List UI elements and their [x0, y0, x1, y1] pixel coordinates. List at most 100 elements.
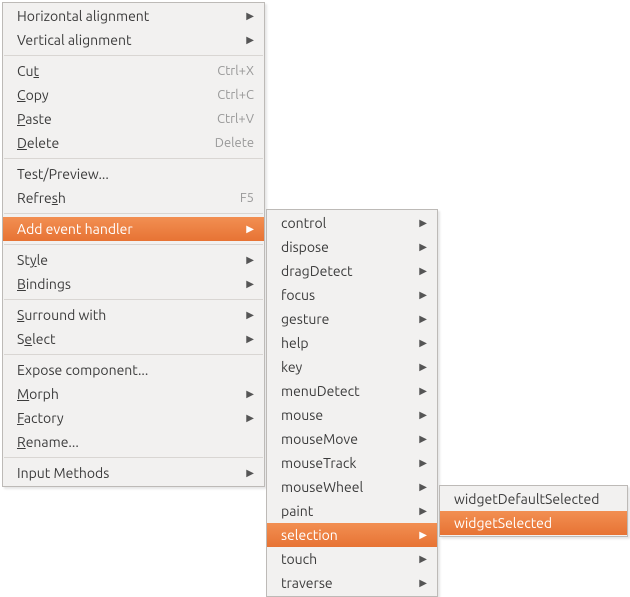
chevron-right-icon: ▶ — [246, 388, 254, 400]
menu-item-paste[interactable]: Paste Ctrl+V — [3, 107, 264, 131]
menu-label: Copy — [17, 87, 189, 103]
menu-item-selection[interactable]: selection ▶ — [267, 523, 437, 547]
menu-label: mouseWheel — [281, 479, 401, 495]
menu-item-test-preview[interactable]: Test/Preview... — [3, 162, 264, 186]
menu-item-mousemove[interactable]: mouseMove ▶ — [267, 427, 437, 451]
menu-item-select[interactable]: Select ▶ — [3, 327, 264, 351]
menu-item-horizontal-alignment[interactable]: Horizontal alignment ▶ — [3, 4, 264, 28]
menu-item-control[interactable]: control ▶ — [267, 211, 437, 235]
chevron-right-icon: ▶ — [419, 457, 427, 469]
menu-item-mousewheel[interactable]: mouseWheel ▶ — [267, 475, 437, 499]
menu-label: Add event handler — [17, 221, 228, 237]
menu-item-paint[interactable]: paint ▶ — [267, 499, 437, 523]
menu-label: Input Methods — [17, 465, 228, 481]
menu-item-vertical-alignment[interactable]: Vertical alignment ▶ — [3, 28, 264, 52]
menu-item-widgetselected[interactable]: widgetSelected — [440, 511, 627, 535]
chevron-right-icon: ▶ — [246, 278, 254, 290]
menu-item-delete[interactable]: Delete Delete — [3, 131, 264, 155]
chevron-right-icon: ▶ — [419, 481, 427, 493]
menu-item-surround-with[interactable]: Surround with ▶ — [3, 303, 264, 327]
menu-item-rename[interactable]: Rename... — [3, 430, 264, 454]
accelerator: Delete — [215, 136, 254, 150]
menu-item-style[interactable]: Style ▶ — [3, 248, 264, 272]
menu-label: mouseTrack — [281, 455, 401, 471]
chevron-right-icon: ▶ — [419, 241, 427, 253]
menu-label: help — [281, 335, 401, 351]
menu-label: key — [281, 359, 401, 375]
menu-item-copy[interactable]: Copy Ctrl+C — [3, 83, 264, 107]
menu-item-bindings[interactable]: Bindings ▶ — [3, 272, 264, 296]
menu-label: Select — [17, 331, 228, 347]
chevron-right-icon: ▶ — [419, 529, 427, 541]
menu-item-touch[interactable]: touch ▶ — [267, 547, 437, 571]
chevron-right-icon: ▶ — [419, 313, 427, 325]
menu-item-add-event-handler[interactable]: Add event handler ▶ — [3, 217, 264, 241]
menu-label: Factory — [17, 410, 228, 426]
menu-label: control — [281, 215, 401, 231]
menu-label: widgetSelected — [454, 515, 617, 531]
chevron-right-icon: ▶ — [419, 217, 427, 229]
menu-label: focus — [281, 287, 401, 303]
menu-item-cut[interactable]: Cut Ctrl+X — [3, 59, 264, 83]
menu-label: paint — [281, 503, 401, 519]
chevron-right-icon: ▶ — [246, 10, 254, 22]
chevron-right-icon: ▶ — [246, 254, 254, 266]
menu-item-menudetect[interactable]: menuDetect ▶ — [267, 379, 437, 403]
menu-item-refresh[interactable]: Refresh F5 — [3, 186, 264, 210]
chevron-right-icon: ▶ — [419, 577, 427, 589]
menu-item-help[interactable]: help ▶ — [267, 331, 437, 355]
menu-label: selection — [281, 527, 401, 543]
menu-label: Surround with — [17, 307, 228, 323]
separator — [4, 213, 263, 214]
chevron-right-icon: ▶ — [246, 309, 254, 321]
chevron-right-icon: ▶ — [246, 333, 254, 345]
accelerator: Ctrl+C — [217, 88, 254, 102]
menu-label: Test/Preview... — [17, 166, 254, 182]
chevron-right-icon: ▶ — [419, 265, 427, 277]
menu-item-mouse[interactable]: mouse ▶ — [267, 403, 437, 427]
accelerator: Ctrl+V — [217, 112, 254, 126]
menu-item-factory[interactable]: Factory ▶ — [3, 406, 264, 430]
menu-item-expose-component[interactable]: Expose component... — [3, 358, 264, 382]
menu-label: Style — [17, 252, 228, 268]
menu-item-dispose[interactable]: dispose ▶ — [267, 235, 437, 259]
menu-label: traverse — [281, 575, 401, 591]
menu-item-traverse[interactable]: traverse ▶ — [267, 571, 437, 595]
chevron-right-icon: ▶ — [246, 223, 254, 235]
chevron-right-icon: ▶ — [419, 289, 427, 301]
separator — [4, 457, 263, 458]
chevron-right-icon: ▶ — [419, 361, 427, 373]
menu-label: widgetDefaultSelected — [454, 491, 617, 507]
menu-label: Expose component... — [17, 362, 254, 378]
separator — [4, 158, 263, 159]
chevron-right-icon: ▶ — [419, 409, 427, 421]
menu-label: Delete — [17, 135, 187, 151]
menu-item-gesture[interactable]: gesture ▶ — [267, 307, 437, 331]
menu-label: mouse — [281, 407, 401, 423]
chevron-right-icon: ▶ — [419, 505, 427, 517]
menu-label: Refresh — [17, 190, 212, 206]
menu-label: gesture — [281, 311, 401, 327]
chevron-right-icon: ▶ — [419, 553, 427, 565]
menu-item-mousetrack[interactable]: mouseTrack ▶ — [267, 451, 437, 475]
menu-item-dragdetect[interactable]: dragDetect ▶ — [267, 259, 437, 283]
menu-item-focus[interactable]: focus ▶ — [267, 283, 437, 307]
accelerator: Ctrl+X — [217, 64, 254, 78]
menu-label: Rename... — [17, 434, 254, 450]
menu-item-input-methods[interactable]: Input Methods ▶ — [3, 461, 264, 485]
chevron-right-icon: ▶ — [419, 337, 427, 349]
menu-label: touch — [281, 551, 401, 567]
menu-label: Cut — [17, 63, 189, 79]
context-menu: Horizontal alignment ▶ Vertical alignmen… — [2, 2, 265, 487]
menu-item-key[interactable]: key ▶ — [267, 355, 437, 379]
menu-label: dispose — [281, 239, 401, 255]
separator — [4, 299, 263, 300]
menu-item-morph[interactable]: Morph ▶ — [3, 382, 264, 406]
submenu-selection-handlers: widgetDefaultSelected widgetSelected — [439, 485, 628, 537]
chevron-right-icon: ▶ — [419, 385, 427, 397]
submenu-events: control ▶ dispose ▶ dragDetect ▶ focus ▶… — [266, 209, 438, 597]
menu-label: dragDetect — [281, 263, 401, 279]
accelerator: F5 — [240, 191, 254, 205]
menu-item-widgetdefaultselected[interactable]: widgetDefaultSelected — [440, 487, 627, 511]
separator — [4, 55, 263, 56]
